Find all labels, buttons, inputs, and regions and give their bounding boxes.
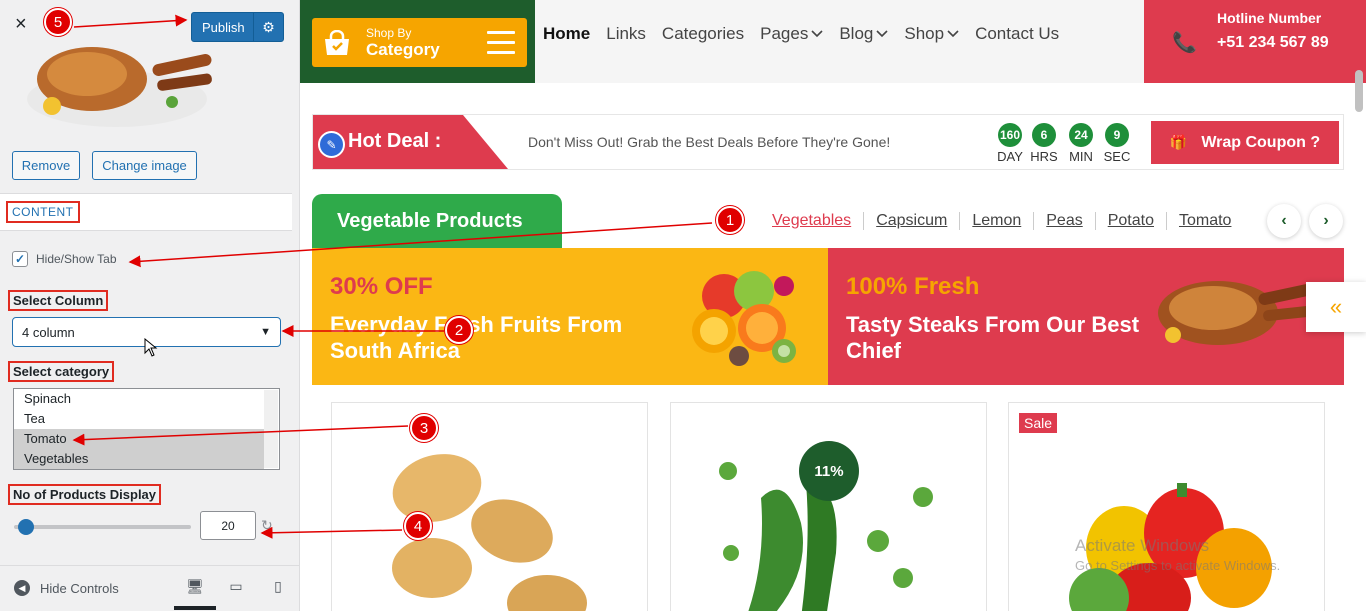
annotation-badge: 5 xyxy=(44,8,72,36)
annotation-arrows xyxy=(72,14,713,539)
annotation-badge: 3 xyxy=(410,414,438,442)
annotation-arrow xyxy=(73,14,188,28)
annotation-badge: 1 xyxy=(716,206,744,234)
annotation-arrow xyxy=(260,526,403,539)
annotation-badge: 2 xyxy=(445,316,473,344)
annotation-badge: 4 xyxy=(404,512,432,540)
annotation-arrow xyxy=(72,425,409,446)
annotation-arrow xyxy=(128,222,713,268)
